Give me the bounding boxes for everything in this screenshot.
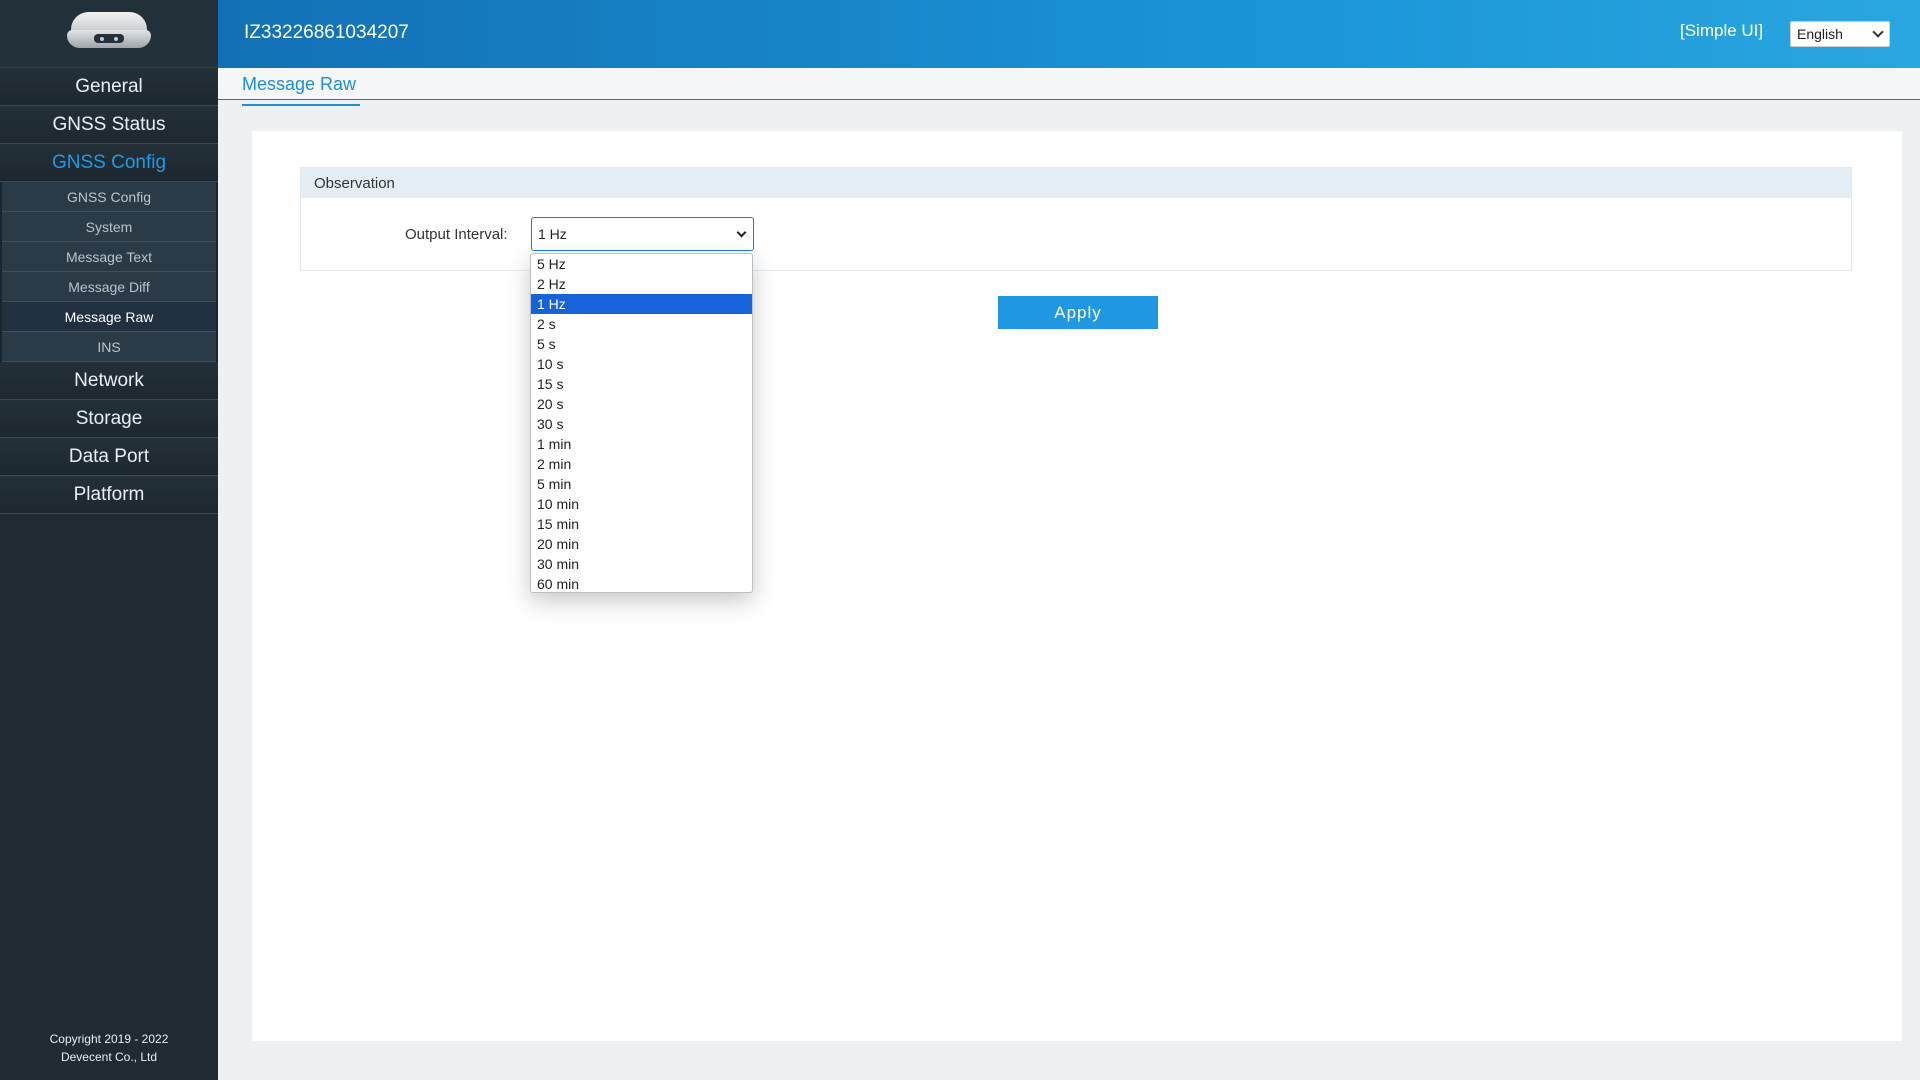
dropdown-option[interactable]: 2 s: [531, 314, 752, 334]
dropdown-option[interactable]: 1 Hz: [531, 294, 752, 314]
dropdown-option[interactable]: 20 min: [531, 534, 752, 554]
dropdown-option[interactable]: 20 s: [531, 394, 752, 414]
logo: [0, 0, 218, 68]
output-interval-select[interactable]: 1 Hz: [531, 217, 754, 251]
simple-ui-link[interactable]: [Simple UI]: [1680, 21, 1763, 41]
language-select[interactable]: English: [1790, 21, 1890, 47]
sidebar-item-platform[interactable]: Platform: [0, 476, 218, 514]
section-title: Observation: [301, 168, 1851, 198]
dropdown-option[interactable]: 15 s: [531, 374, 752, 394]
output-interval-label: Output Interval:: [405, 226, 508, 243]
sidebar-subitem-message-raw[interactable]: Message Raw: [2, 302, 216, 332]
content-panel: Observation Output Interval: 1 Hz: [252, 131, 1902, 1041]
apply-button[interactable]: Apply: [998, 296, 1158, 329]
sidebar-subitem-message-diff[interactable]: Message Diff: [2, 272, 216, 302]
sidebar-item-gnss-status[interactable]: GNSS Status: [0, 106, 218, 144]
dropdown-option[interactable]: 60 min: [531, 574, 752, 594]
sidebar-item-general[interactable]: General: [0, 68, 218, 106]
sidebar-subitem-ins[interactable]: INS: [2, 332, 216, 362]
chevron-down-icon: [736, 227, 747, 238]
sidebar-subitem-gnss-config[interactable]: GNSS Config: [2, 182, 216, 212]
language-value: English: [1797, 26, 1843, 42]
copyright-line-1: Copyright 2019 - 2022: [49, 1032, 169, 1046]
output-interval-value: 1 Hz: [538, 226, 567, 242]
sidebar-item-storage[interactable]: Storage: [0, 400, 218, 438]
sidebar-subitem-system[interactable]: System: [2, 212, 216, 242]
sidebar-subitem-message-text[interactable]: Message Text: [2, 242, 216, 272]
sidebar-submenu: GNSS Config System Message Text Message …: [0, 182, 218, 362]
dropdown-option[interactable]: 5 min: [531, 474, 752, 494]
copyright: Copyright 2019 - 2022 Devecent Co., Ltd: [0, 1030, 218, 1066]
copyright-line-2: Devecent Co., Ltd: [60, 1050, 158, 1064]
dropdown-option[interactable]: 30 min: [531, 554, 752, 574]
dropdown-option[interactable]: 10 min: [531, 494, 752, 514]
receiver-device-icon: [67, 11, 151, 56]
sidebar-item-gnss-config[interactable]: GNSS Config: [0, 144, 218, 182]
sidebar-item-network[interactable]: Network: [0, 362, 218, 400]
sidebar: General GNSS Status GNSS Config GNSS Con…: [0, 0, 218, 1080]
device-id: IZ33226861034207: [244, 22, 409, 43]
dropdown-option[interactable]: 1 min: [531, 434, 752, 454]
chevron-down-icon: [1872, 26, 1884, 38]
dropdown-option[interactable]: 30 s: [531, 414, 752, 434]
dropdown-option[interactable]: 2 Hz: [531, 274, 752, 294]
dropdown-option[interactable]: 2 min: [531, 454, 752, 474]
header: IZ33226861034207 [Simple UI] English: [218, 0, 1920, 68]
dropdown-option[interactable]: 5 Hz: [531, 254, 752, 274]
dropdown-option[interactable]: 10 s: [531, 354, 752, 374]
dropdown-option[interactable]: 5 s: [531, 334, 752, 354]
dropdown-option[interactable]: 15 min: [531, 514, 752, 534]
sidebar-item-data-port[interactable]: Data Port: [0, 438, 218, 476]
output-interval-dropdown: 5 Hz 2 Hz 1 Hz 2 s5 s 10 s 15 s 20 s 30 s1 min 2…: [530, 253, 753, 593]
title-bar: Message Raw: [218, 68, 1920, 106]
page-title: Message Raw: [242, 74, 361, 106]
